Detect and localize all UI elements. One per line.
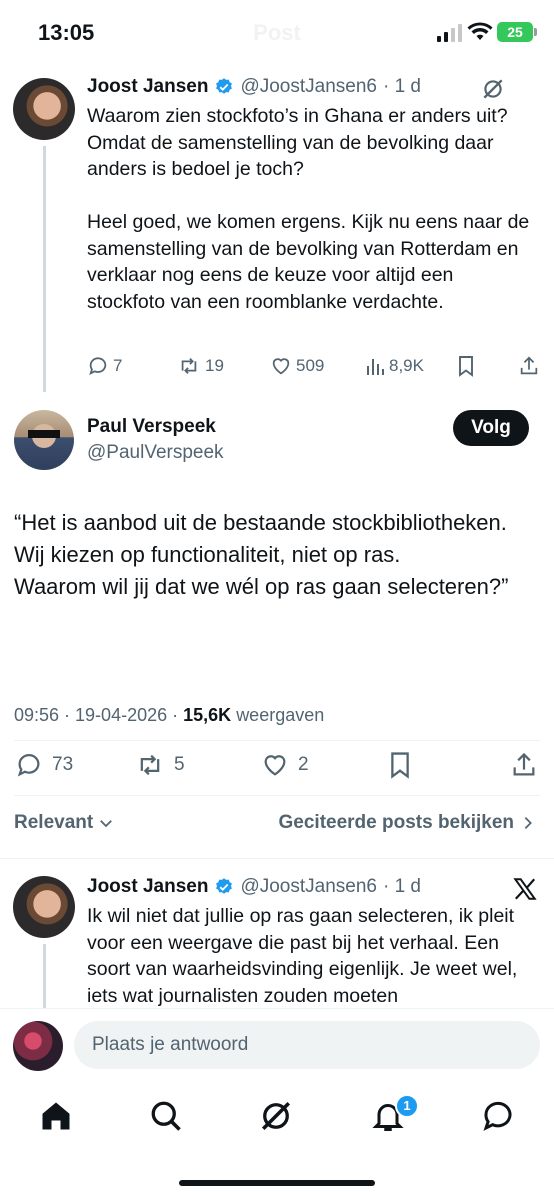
divider	[14, 795, 540, 796]
search-icon[interactable]	[148, 1098, 184, 1134]
thread-line	[43, 944, 46, 1008]
battery-indicator: 25	[497, 22, 537, 42]
reply-count: 7	[113, 356, 123, 375]
grok-icon[interactable]	[258, 1098, 294, 1134]
verified-badge-icon	[216, 78, 233, 94]
home-indicator[interactable]	[179, 1180, 375, 1186]
tweet-author-line: Joost Jansen @JoostJansen6 · 1 d	[87, 76, 421, 98]
main-author-name: Paul Verspeek	[87, 416, 216, 438]
author-handle[interactable]: @JoostJansen6	[240, 76, 377, 98]
thread-line	[43, 146, 46, 392]
avatar[interactable]	[14, 410, 74, 470]
bookmark-icon[interactable]	[456, 355, 476, 377]
heart-icon	[264, 755, 286, 776]
home-icon[interactable]	[38, 1098, 74, 1134]
reply-icon	[89, 357, 107, 376]
author-display-name[interactable]: Paul Verspeek	[87, 416, 216, 438]
status-bar: 13:05 Post 25	[0, 0, 554, 64]
tweet-text: Waarom zien stockfoto’s in Ghana er ande…	[87, 105, 530, 313]
x-logo-icon[interactable]	[512, 876, 538, 902]
avatar[interactable]	[13, 78, 75, 140]
verified-badge-icon	[216, 878, 233, 894]
tweet-time: · 1 d	[382, 76, 422, 97]
reply-input[interactable]: Plaats je antwoord	[74, 1021, 540, 1069]
tweet-time: · 1 d	[382, 876, 422, 897]
cellular-signal-icon	[437, 24, 462, 42]
author-display-name[interactable]: Joost Jansen	[87, 876, 208, 898]
tweet-timestamp: 09:56 · 19-04-2026 ·	[14, 705, 179, 725]
quoted-posts-label: Geciteerde posts bekijken	[278, 812, 515, 833]
like-action[interactable]: 509	[270, 355, 324, 377]
avatar[interactable]	[13, 1021, 63, 1071]
heart-icon	[272, 358, 290, 375]
divider	[0, 858, 554, 859]
repost-icon	[181, 358, 197, 374]
repost-count: 5	[174, 754, 185, 775]
share-icon[interactable]	[510, 751, 538, 779]
avatar[interactable]	[13, 876, 75, 938]
follow-button[interactable]: Volg	[453, 410, 529, 446]
grok-icon[interactable]	[480, 76, 506, 102]
views-chart-icon	[367, 359, 384, 375]
views-count: 8,9K	[389, 356, 424, 375]
tweet-author-line: Joost Jansen @JoostJansen6 · 1 d	[87, 876, 421, 898]
divider	[14, 740, 540, 741]
repost-count: 19	[205, 356, 224, 375]
author-handle[interactable]: @JoostJansen6	[240, 876, 377, 898]
main-author-handle: @PaulVerspeek	[87, 442, 224, 464]
views-label: weergaven	[236, 705, 325, 725]
share-icon[interactable]	[518, 355, 540, 377]
repost-action[interactable]: 5	[134, 751, 185, 779]
tweet-meta: 09:56 · 19-04-2026 · 15,6K weergaven	[14, 705, 324, 726]
bookmark-icon[interactable]	[387, 751, 413, 779]
notifications-badge: 1	[395, 1094, 419, 1118]
reply-count: 73	[52, 754, 74, 775]
reply-icon	[17, 754, 40, 777]
reply-action[interactable]: 7	[87, 355, 122, 377]
chevron-right-icon	[524, 817, 532, 829]
like-count: 509	[296, 356, 325, 375]
sort-relevant-label: Relevant	[14, 812, 94, 833]
main-tweet-text: “Het is aanbod uit de bestaande stockbib…	[14, 510, 509, 599]
like-action[interactable]: 2	[260, 751, 309, 779]
tweet-text: Ik wil niet dat jullie op ras gaan selec…	[87, 905, 518, 1007]
author-handle[interactable]: @PaulVerspeek	[87, 442, 224, 464]
repost-icon	[140, 754, 160, 776]
views-count: 15,6K	[183, 705, 232, 725]
quoted-posts-link[interactable]: Geciteerde posts bekijken	[279, 812, 537, 834]
like-count: 2	[298, 754, 309, 775]
views-action[interactable]: 8,9K	[365, 355, 424, 377]
wifi-icon	[467, 22, 493, 40]
repost-action[interactable]: 19	[177, 355, 224, 377]
reply-action[interactable]: 73	[14, 751, 73, 779]
messages-icon[interactable]	[480, 1098, 516, 1134]
author-display-name[interactable]: Joost Jansen	[87, 76, 208, 98]
chevron-down-icon	[100, 820, 113, 828]
sort-relevant[interactable]: Relevant	[14, 812, 115, 834]
